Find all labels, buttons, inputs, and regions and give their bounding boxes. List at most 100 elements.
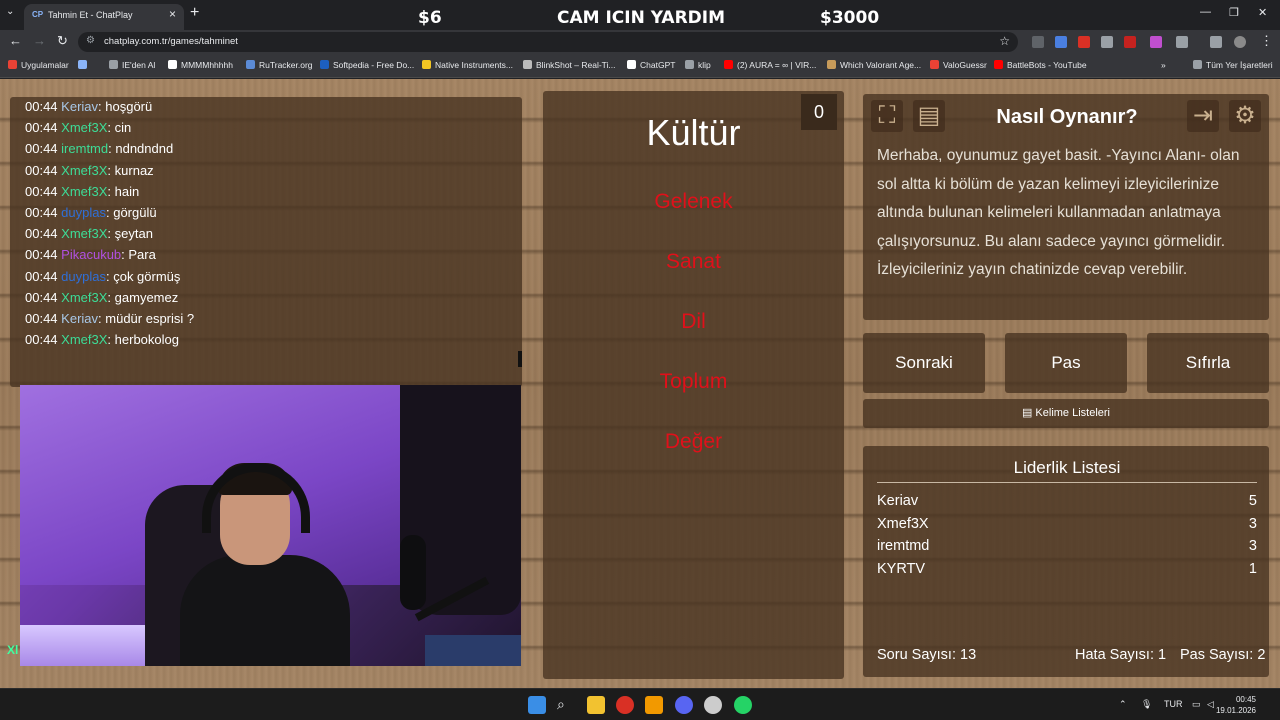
system-clock[interactable]: 00:45 19.01.2026 (1216, 694, 1256, 716)
leaderboard-score: 3 (1248, 515, 1257, 532)
bookmark-item[interactable]: klip (685, 60, 711, 70)
chat-username[interactable]: Xmef3X (61, 163, 107, 178)
extensions-puzzle-icon[interactable] (1176, 36, 1188, 48)
extension-icon[interactable] (1150, 36, 1162, 48)
menu-kebab-icon[interactable]: ⋮ (1260, 33, 1273, 49)
settings-gear-icon[interactable]: ⚙ (1229, 100, 1261, 132)
chat-username[interactable]: duyplas (61, 205, 106, 220)
bookmark-favicon-icon (246, 60, 255, 69)
chat-message: 00:44 duyplas: çok görmüş (25, 268, 181, 284)
reset-button[interactable]: Sıfırla (1147, 333, 1269, 393)
chat-username[interactable]: duyplas (61, 269, 106, 284)
chat-message: 00:44 Keriav: hoşgörü (25, 99, 153, 114)
chat-text: Para (128, 247, 156, 263)
bookmark-item[interactable]: ValoGuessr (930, 60, 987, 70)
extension-icon[interactable] (1055, 36, 1067, 48)
word-lists-button[interactable]: ▤ Kelime Listeleri (863, 399, 1269, 428)
extension-icon[interactable] (1032, 36, 1044, 48)
chat-scrollbar[interactable] (518, 351, 522, 367)
bookmark-item[interactable]: Uygulamalar (8, 60, 69, 70)
chat-text: hain (114, 183, 140, 199)
new-tab-icon[interactable]: + (190, 4, 199, 22)
profile-avatar-icon[interactable] (1234, 36, 1246, 48)
tray-chevron-icon[interactable]: ⌃ (1119, 699, 1127, 710)
pass-count: Pas Sayısı: 2 (1180, 647, 1266, 663)
chat-message: 00:44 Xmef3X: kurnaz (25, 162, 154, 178)
close-window-icon[interactable]: ✕ (1258, 6, 1267, 19)
chat-time: 00:44 (25, 141, 58, 157)
app-shield-icon[interactable] (645, 696, 663, 714)
bookmark-favicon-icon (8, 60, 17, 69)
chat-time: 00:44 (25, 247, 58, 263)
chat-text: kurnaz (114, 162, 154, 178)
bookmark-favicon-icon (685, 60, 694, 69)
chat-message: 00:44 Pikacukub: Para (25, 247, 156, 263)
chat-username[interactable]: Xmef3X (61, 226, 107, 241)
tab-list-icon[interactable]: ⌄ (6, 6, 14, 17)
bookmark-item[interactable]: ChatGPT (627, 60, 675, 70)
bookmark-item[interactable]: Native Instruments... (422, 60, 513, 70)
file-explorer-icon[interactable] (587, 696, 605, 714)
next-button[interactable]: Sonraki (863, 333, 985, 393)
chat-username[interactable]: Xmef3X (61, 120, 107, 135)
bookmark-item[interactable]: RuTracker.org (246, 60, 313, 70)
start-windows-icon[interactable] (528, 696, 546, 714)
chat-text: hoşgörü (105, 99, 153, 114)
network-icon[interactable]: ▭ (1192, 699, 1201, 710)
bookmark-favicon-icon (523, 60, 532, 69)
chat-time: 00:44 (25, 332, 58, 348)
bookmark-item[interactable]: Which Valorant Age... (827, 60, 921, 70)
minimize-icon[interactable]: — (1200, 6, 1211, 18)
tab-active[interactable]: CP Tahmin Et - ChatPlay × (24, 4, 184, 30)
bookmark-star-icon[interactable]: ☆ (999, 34, 1010, 48)
back-icon[interactable]: ← (9, 33, 22, 48)
app-icon[interactable] (704, 696, 722, 714)
language-indicator[interactable]: TUR (1164, 699, 1183, 709)
chat-username[interactable]: iremtmd (61, 141, 108, 156)
chat-text: gamyemez (114, 289, 179, 305)
exit-icon[interactable]: ⇥ (1187, 100, 1219, 132)
bookmarks-overflow-icon[interactable]: » (1161, 60, 1166, 70)
chat-text: görgülü (113, 205, 157, 220)
microphone-icon[interactable]: 🎙 (1141, 699, 1152, 710)
chat-username[interactable]: Xmef3X (61, 332, 107, 347)
restore-icon[interactable]: ❐ (1229, 6, 1239, 19)
reload-icon[interactable]: ↻ (57, 33, 68, 49)
chat-username[interactable]: Xmef3X (61, 290, 107, 305)
chat-username[interactable]: Pikacukub (61, 247, 121, 262)
chat-username[interactable]: Keriav (61, 99, 98, 114)
bookmark-item[interactable]: BattleBots - YouTube (994, 60, 1087, 70)
site-info-icon[interactable]: ⚙ (86, 35, 95, 46)
volume-icon[interactable]: ◁ (1207, 699, 1214, 710)
bookmark-label: ChatGPT (640, 60, 676, 70)
extension-icon[interactable] (1078, 36, 1090, 48)
pass-button[interactable]: Pas (1005, 333, 1127, 393)
chat-message: 00:44 Xmef3X: herbokolog (25, 332, 179, 348)
bookmark-item[interactable]: BlinkShot – Real-Ti... (523, 60, 616, 70)
windows-taskbar: ⌕ ⌃ 🎙 TUR ▭ ◁ 00:45 19.01.2026 (0, 688, 1280, 720)
bookmark-item[interactable]: IE'den Al (109, 60, 155, 70)
extension-icon[interactable] (1124, 36, 1136, 48)
bookmark-item[interactable]: Softpedia - Free Do... (320, 60, 414, 70)
bookmark-item[interactable]: MMMMhhhhh (168, 60, 233, 70)
bookmark-label: Which Valorant Age... (840, 60, 922, 70)
discord-icon[interactable] (675, 696, 693, 714)
chrome-icon[interactable] (616, 696, 634, 714)
notes-icon[interactable]: ▤ (913, 100, 945, 132)
whatsapp-icon[interactable] (734, 696, 752, 714)
fullscreen-icon[interactable]: ⛶ (871, 100, 903, 132)
address-bar[interactable]: ⚙ chatplay.com.tr/games/tahminet ☆ (78, 32, 1018, 52)
bookmark-item[interactable]: (2) AURA = ∞ | VIR... (724, 60, 816, 70)
search-icon[interactable]: ⌕ (557, 696, 575, 714)
bookmark-item[interactable] (78, 60, 91, 70)
chat-username[interactable]: Xmef3X (61, 184, 107, 199)
close-tab-icon[interactable]: × (169, 7, 176, 21)
chat-text: herbokolog (114, 332, 179, 348)
forward-icon[interactable]: → (33, 33, 46, 48)
extension-icon[interactable] (1101, 36, 1113, 48)
chat-text: müdür esprisi ? (105, 311, 195, 326)
bookmark-label: BlinkShot – Real-Ti... (536, 60, 616, 70)
chat-username[interactable]: Keriav (61, 311, 98, 326)
all-bookmarks[interactable]: Tüm Yer İşaretleri (1193, 60, 1273, 70)
media-icon[interactable] (1210, 36, 1222, 48)
